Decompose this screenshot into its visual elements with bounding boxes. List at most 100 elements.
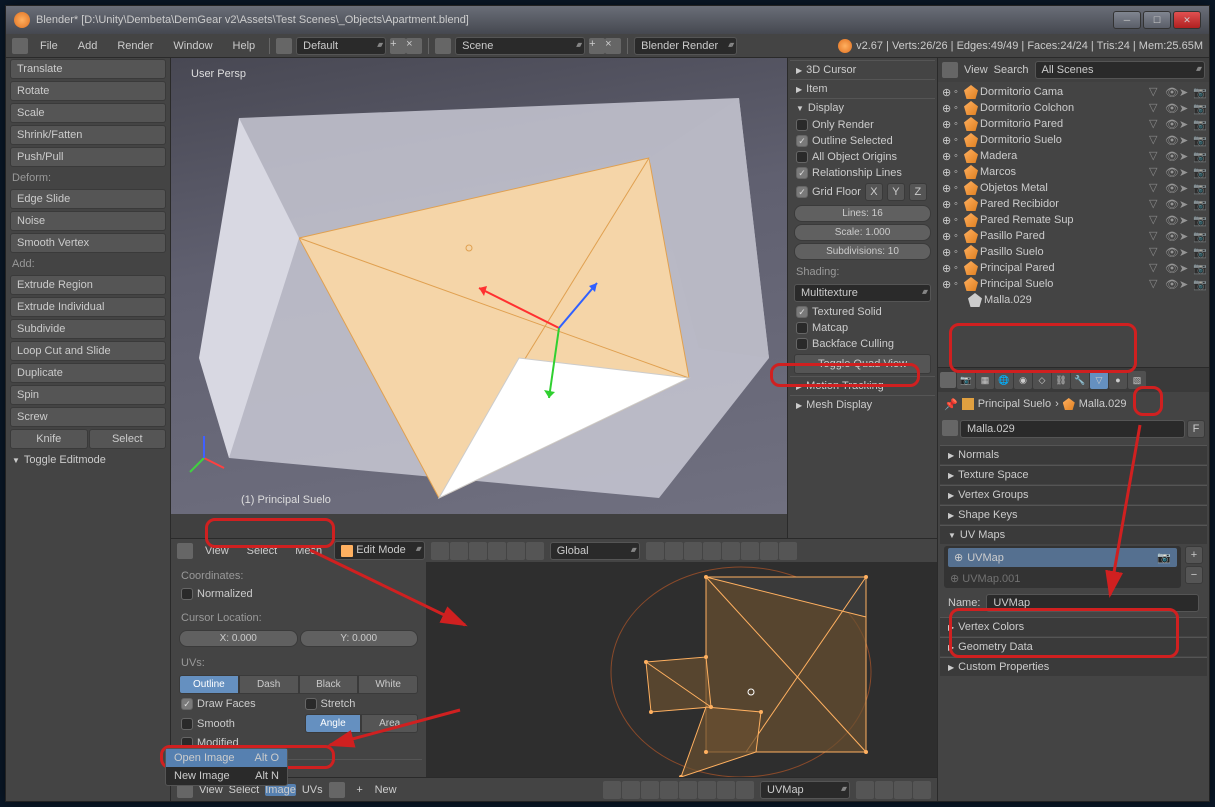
layout-icon[interactable] (276, 38, 292, 54)
view3d-editor-icon[interactable] (177, 543, 193, 559)
chk-textured-solid[interactable] (796, 306, 808, 318)
tool-push-pull[interactable]: Push/Pull (10, 147, 166, 167)
outliner-item[interactable]: ⊕◦Pasillo Pared▽👁➤📷 (940, 228, 1207, 244)
new-image-button[interactable]: New (375, 784, 397, 796)
outliner-menu-search[interactable]: Search (994, 64, 1029, 76)
chk-rel-lines[interactable] (796, 167, 808, 179)
chk-outline-selected[interactable] (796, 135, 808, 147)
outliner-item[interactable]: ⊕◦Pared Remate Sup▽👁➤📷 (940, 212, 1207, 228)
editor-type-icon[interactable] (12, 38, 28, 54)
uv-image-editor[interactable]: Coordinates: Normalized Cursor Location:… (171, 562, 937, 777)
outliner-item[interactable]: ⊕◦Dormitorio Cama▽👁➤📷 (940, 84, 1207, 100)
orientation-dropdown[interactable]: Global (550, 542, 640, 560)
outliner-child[interactable]: Malla.029 (940, 292, 1207, 308)
tool-noise[interactable]: Noise (10, 211, 166, 231)
del-layout-icon[interactable]: × (406, 38, 422, 54)
tool-scale[interactable]: Scale (10, 103, 166, 123)
view3d-menu-select[interactable]: Select (241, 543, 284, 559)
prop-tab-data[interactable]: ▽ (1090, 371, 1108, 389)
tool-translate[interactable]: Translate (10, 59, 166, 79)
view3d-toolbar-icons[interactable] (431, 542, 544, 560)
panel-geometry-data[interactable]: Geometry Data (940, 637, 1207, 656)
axis-z-toggle[interactable]: Z (909, 183, 927, 201)
uvmap-remove-button[interactable]: − (1185, 566, 1203, 584)
cursor-y-field[interactable]: Y: 0.000 (300, 630, 419, 647)
mesh-browse-icon[interactable] (942, 420, 958, 436)
view3d-toolbar-icons-2[interactable] (646, 542, 797, 560)
toggle-editmode-header[interactable]: Toggle Editmode (6, 450, 170, 470)
outliner-item[interactable]: ⊕◦Pared Recibidor▽👁➤📷 (940, 196, 1207, 212)
prop-tab-modifiers[interactable]: 🔧 (1071, 371, 1089, 389)
chk-smooth[interactable] (181, 718, 193, 730)
tool-screw[interactable]: Screw (10, 407, 166, 427)
subdiv-field[interactable]: Subdivisions: 10 (794, 243, 931, 260)
outliner-menu-view[interactable]: View (964, 64, 988, 76)
uv-toolbar-icons[interactable] (603, 781, 754, 799)
panel-custom-props[interactable]: Custom Properties (940, 657, 1207, 676)
tool-duplicate[interactable]: Duplicate (10, 363, 166, 383)
panel-vertex-groups[interactable]: Vertex Groups (940, 485, 1207, 504)
tool-subdivide[interactable]: Subdivide (10, 319, 166, 339)
chk-stretch[interactable] (305, 698, 317, 710)
breadcrumb-object[interactable]: Principal Suelo (978, 398, 1051, 410)
fake-user-button[interactable]: F (1187, 420, 1205, 438)
camera-icon[interactable]: 📷 (1157, 551, 1171, 564)
prop-tab-object[interactable]: ◇ (1033, 371, 1051, 389)
menu-help[interactable]: Help (225, 38, 264, 54)
npanel-item[interactable]: Item (790, 79, 935, 98)
pin-icon[interactable]: 📌 (944, 398, 958, 411)
uvmap-add-button[interactable]: + (1185, 546, 1203, 564)
menu-new-image[interactable]: New ImageAlt N (166, 767, 287, 785)
mesh-name-field[interactable]: Malla.029 (960, 420, 1185, 438)
outliner-item[interactable]: ⊕◦Madera▽👁➤📷 (940, 148, 1207, 164)
close-button[interactable]: ✕ (1173, 11, 1201, 29)
outliner-item[interactable]: ⊕◦Marcos▽👁➤📷 (940, 164, 1207, 180)
outliner-item[interactable]: ⊕◦Principal Pared▽👁➤📷 (940, 260, 1207, 276)
add-layout-icon[interactable]: + (390, 38, 406, 54)
new-image-plus[interactable]: + (351, 784, 369, 796)
menu-file[interactable]: File (32, 38, 66, 54)
menu-open-image[interactable]: Open ImageAlt O (166, 749, 287, 767)
image-browse-icon[interactable] (329, 782, 345, 798)
panel-uv-maps[interactable]: UV Maps (940, 525, 1207, 544)
chk-backface-culling[interactable] (796, 338, 808, 350)
uv-menu-uvs[interactable]: UVs (302, 784, 323, 796)
npanel-3d-cursor[interactable]: 3D Cursor (790, 60, 935, 79)
renderer-dropdown[interactable]: Blender Render (634, 37, 737, 55)
tool-smooth-vertex[interactable]: Smooth Vertex (10, 233, 166, 253)
prop-tab-constraints[interactable]: ⛓ (1052, 371, 1070, 389)
uvmap-name-field[interactable]: UVMap (986, 594, 1199, 612)
chk-all-origins[interactable] (796, 151, 808, 163)
tool-loop-cut[interactable]: Loop Cut and Slide (10, 341, 166, 361)
prop-tab-texture[interactable]: ▧ (1128, 371, 1146, 389)
outliner-item[interactable]: ⊕◦Dormitorio Colchon▽👁➤📷 (940, 100, 1207, 116)
scene-icon[interactable] (435, 38, 451, 54)
menu-render[interactable]: Render (109, 38, 161, 54)
prop-tab-layers[interactable]: ▦ (976, 371, 994, 389)
props-editor-icon[interactable] (940, 372, 956, 388)
panel-vertex-colors[interactable]: Vertex Colors (940, 617, 1207, 636)
scale-field[interactable]: Scale: 1.000 (794, 224, 931, 241)
chk-grid-floor[interactable] (796, 186, 808, 198)
tool-extrude-individual[interactable]: Extrude Individual (10, 297, 166, 317)
tool-rotate[interactable]: Rotate (10, 81, 166, 101)
uv-draw-mode-segmented[interactable]: OutlineDashBlackWhite (179, 675, 418, 694)
tool-shrink-fatten[interactable]: Shrink/Fatten (10, 125, 166, 145)
tool-select[interactable]: Select (89, 429, 167, 449)
outliner-item[interactable]: ⊕◦Dormitorio Pared▽👁➤📷 (940, 116, 1207, 132)
prop-tab-world[interactable]: ◉ (1014, 371, 1032, 389)
active-uvmap-dropdown[interactable]: UVMap (760, 781, 850, 799)
prop-tab-render[interactable]: 📷 (957, 371, 975, 389)
panel-shape-keys[interactable]: Shape Keys (940, 505, 1207, 524)
outliner-item[interactable]: ⊕◦Dormitorio Suelo▽👁➤📷 (940, 132, 1207, 148)
uvmap-item-1[interactable]: ⊕UVMap📷 (948, 548, 1177, 567)
tool-spin[interactable]: Spin (10, 385, 166, 405)
panel-texture-space[interactable]: Texture Space (940, 465, 1207, 484)
tool-edge-slide[interactable]: Edge Slide (10, 189, 166, 209)
outliner-item[interactable]: ⊕◦Pasillo Suelo▽👁➤📷 (940, 244, 1207, 260)
panel-normals[interactable]: Normals (940, 445, 1207, 464)
view3d-menu-mesh[interactable]: Mesh (289, 543, 328, 559)
lines-field[interactable]: Lines: 16 (794, 205, 931, 222)
npanel-display[interactable]: Display (790, 98, 935, 117)
prop-tab-material[interactable]: ● (1109, 371, 1127, 389)
